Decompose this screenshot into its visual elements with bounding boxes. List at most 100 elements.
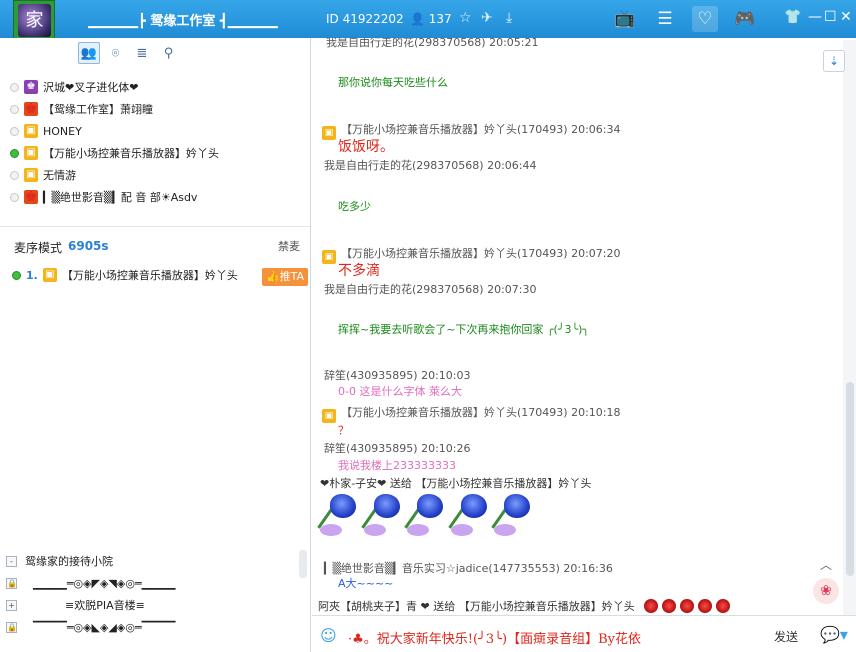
user-row[interactable]: ♚ ▎▒绝世影音▒▎配 音 部☀Asdv (10, 186, 300, 208)
chat-text: 我说我楼上233333333 (338, 459, 456, 472)
user-row[interactable]: ♚ 【鸳缘工作室】萧翊瞳 (10, 98, 300, 120)
scroll-up-icon[interactable]: ︿ (816, 556, 836, 572)
room-row[interactable]: + ≡欢脱PIA音楼≡ (6, 594, 296, 616)
user-name: 【万能小场控兼音乐播放器】妗丫头 (43, 147, 219, 160)
chat-text: 饭饭呀。 (338, 139, 394, 155)
tv-icon[interactable]: 📺 (612, 6, 638, 32)
gift-icon: ▣ (322, 250, 336, 264)
queue-user-name: 【万能小场控兼音乐播放器】妗丫头 (61, 269, 238, 282)
push-button[interactable]: 👍推TA (262, 268, 308, 286)
chat-meta: 我是自由行走的花(298370568) 20:06:44 (324, 159, 537, 172)
room-list: - 鸳缘家的接待小院 🔒 ▁▁▁▁═◎◈◤◈◥◈◎═▁▁▁▁ + ≡欢脱PIA音… (6, 550, 296, 638)
chat-text: 不多滴 (338, 263, 380, 279)
blue-rose-icon (404, 490, 451, 545)
left-toolbar: 👥 ⌾ ≣ ⚲ (78, 42, 181, 66)
forbid-mic-button[interactable]: 禁麦 (278, 238, 300, 254)
gift-message: ❤朴家-子安❤ 送给 【万能小场控兼音乐播放器】妗丫头 (320, 477, 592, 490)
user-row[interactable]: ▣ 无情游 (10, 164, 300, 186)
gift-icon: ▣ (24, 168, 38, 182)
gamepad-icon[interactable]: 🎮 (732, 6, 758, 32)
search-icon[interactable]: ⚲ (158, 43, 180, 65)
close-icon[interactable]: ✕ (840, 9, 852, 25)
chat-bubble-icon[interactable]: 💬▾ (820, 625, 848, 644)
star-icon[interactable]: ☆ (459, 10, 472, 26)
divider (0, 226, 310, 227)
gift-message: 阿夾【胡桃夹子】青 ❤ 送给 【万能小场控兼音乐播放器】妗丫头 (318, 598, 734, 614)
chat-meta: ▣ 【万能小场控兼音乐播放器】妗丫头(170493) 20:10:18 (322, 404, 620, 423)
lock-icon: 🔒 (6, 577, 17, 589)
blue-rose-icon (491, 490, 538, 545)
chat-text: 0-0 这是什么字体 萊么大 (338, 385, 462, 398)
room-row[interactable]: 🔒 ▔▔▔▔═◎◈◣◈◢◈◎═▔▔▔▔ (6, 616, 296, 638)
queue-number: 1. (26, 268, 38, 282)
chat-text: 那你说你每天吃些什么 (338, 76, 448, 89)
user-count: 👤 137 (410, 12, 452, 26)
room-row[interactable]: - 鸳缘家的接待小院 (6, 550, 296, 572)
queue-mode-label: 麦序模式 (14, 241, 63, 255)
location-icon[interactable]: ⌾ (105, 43, 127, 65)
heart-icon[interactable]: ♡ (692, 6, 718, 32)
status-dot (10, 82, 19, 92)
room-list-scrollbar[interactable] (299, 550, 307, 578)
status-dot (12, 270, 21, 280)
user-row[interactable]: ▣ 【万能小场控兼音乐播放器】妗丫头 (10, 142, 300, 164)
chat-text: 吃多少 (338, 200, 371, 213)
rank-badge-icon: ♚ (24, 189, 38, 205)
chat-meta: ▎▒绝世影音▒▎音乐实习☆jadice(147735553) 20:16:36 (324, 562, 613, 575)
blue-rose-icon (447, 490, 495, 545)
logo-avatar: 家 (18, 4, 51, 37)
rose-icon (716, 599, 731, 613)
status-dot (10, 170, 19, 180)
room-name: 鸳缘家的接待小院 (25, 555, 113, 568)
chat-panel: 我是自由行走的花(298370568) 20:05:21 那你说你每天吃些什么 … (312, 38, 856, 615)
rose-icon (662, 599, 677, 613)
chat-text: A大~~~~ (338, 577, 394, 590)
expand-icon[interactable]: + (6, 599, 17, 611)
user-name: 无情游 (43, 169, 76, 182)
status-dot (10, 192, 19, 202)
user-name: ▎▒绝世影音▒▎配 音 部☀Asdv (43, 191, 198, 204)
users-icon[interactable]: 👥 (78, 42, 100, 64)
gift-flowers (317, 490, 534, 545)
status-dot (10, 126, 19, 136)
send-button[interactable]: 发送 (774, 628, 798, 645)
user-name: 沢城❤叉子进化体❤ (43, 81, 139, 94)
gift-icon: ▣ (322, 409, 336, 423)
user-name: HONEY (43, 124, 82, 138)
queue-time: 6905s (68, 239, 109, 253)
chat-text: 挥挥~我要去听歌会了~下次再来抱你回家 ╭(╯3╰)╮ (338, 323, 590, 336)
gift-icon: ▣ (42, 268, 57, 282)
user-name: 【鸳缘工作室】萧翊瞳 (43, 103, 153, 116)
collapse-icon[interactable]: - (6, 555, 17, 567)
list-icon[interactable]: ≣ (131, 43, 153, 65)
room-name: ▁▁▁▁═◎◈◤◈◥◈◎═▁▁▁▁ (33, 576, 176, 590)
chat-scrollbar-thumb[interactable] (846, 382, 854, 576)
gift-icon: ▣ (24, 146, 38, 160)
room-row[interactable]: 🔒 ▁▁▁▁═◎◈◤◈◥◈◎═▁▁▁▁ (6, 572, 296, 594)
minimize-icon[interactable]: — (808, 9, 822, 25)
lock-icon: 🔒 (6, 621, 17, 633)
rose-icon (680, 599, 695, 613)
gift-icon: ▣ (322, 126, 336, 140)
maximize-icon[interactable]: ☐ (824, 9, 837, 25)
queue-entry[interactable]: 1. ▣ 【万能小场控兼音乐播放器】妗丫头 (12, 267, 238, 283)
plane-icon[interactable]: ✈ (481, 10, 493, 26)
top-bar: 家 👍0 ▁▁▁▁▁┣ 鸳缘工作室 ┫▁▁▁▁▁ ID 41922202 👤 1… (0, 0, 856, 62)
blue-rose-icon (360, 490, 408, 545)
emoji-icon[interactable]: ☺ (320, 626, 337, 645)
user-row[interactable]: ▣ HONEY (10, 120, 300, 142)
chat-meta: 辞笙(430935895) 20:10:03 (324, 369, 471, 382)
user-list: ♚ 沢城❤叉子进化体❤ ♚ 【鸳缘工作室】萧翊瞳 ▣ HONEY ▣ 【万能小场… (10, 76, 300, 208)
status-dot (10, 104, 19, 114)
user-row[interactable]: ♚ 沢城❤叉子进化体❤ (10, 76, 300, 98)
blue-rose-icon (317, 490, 364, 545)
room-id: ID 41922202 (326, 12, 404, 26)
message-input[interactable]: ·♣。祝大家新年快乐!(╯3╰)【面癍录音组】By花依 (348, 628, 641, 647)
room-name: ≡欢脱PIA音楼≡ (65, 599, 145, 612)
flower-gift-icon[interactable]: ❀ (813, 578, 839, 604)
skin-icon[interactable]: 👕 (784, 9, 801, 25)
scroll-down-icon[interactable]: ⇣ (823, 50, 845, 72)
download-icon[interactable]: ⤓ (506, 10, 512, 26)
list-icon[interactable]: ☰ (652, 6, 678, 32)
rose-icon (698, 599, 713, 613)
